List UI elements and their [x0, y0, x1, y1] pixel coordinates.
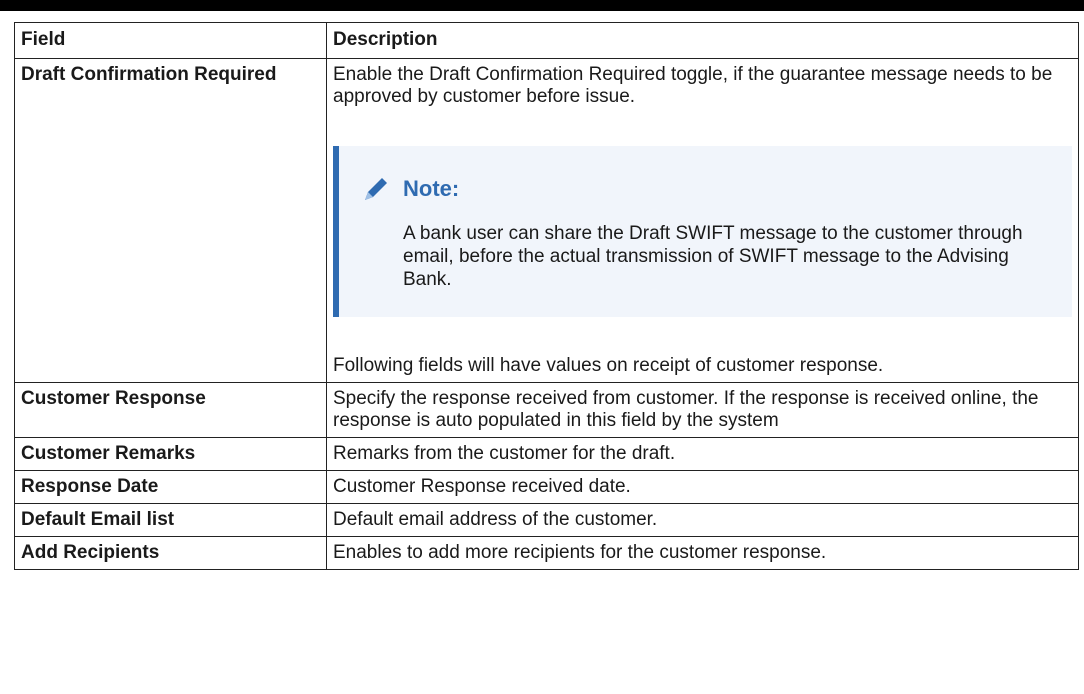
description-customer-remarks: Remarks from the customer for the draft.: [326, 437, 1079, 471]
field-draft-confirmation: Draft Confirmation Required: [14, 58, 327, 383]
table-row: Add Recipients Enables to add more recip…: [14, 536, 1079, 570]
header-description: Description: [326, 22, 1079, 59]
note-title: Note:: [403, 176, 460, 201]
note-heading: Note:: [361, 174, 1052, 204]
draft-confirmation-text: Enable the Draft Confirmation Required t…: [333, 64, 1053, 107]
description-add-recipients: Enables to add more recipients for the c…: [326, 536, 1079, 570]
description-draft-confirmation: Enable the Draft Confirmation Required t…: [326, 58, 1079, 383]
note-text: A bank user can share the Draft SWIFT me…: [403, 223, 1023, 290]
pencil-icon: [365, 178, 387, 200]
table-row: Customer Remarks Remarks from the custom…: [14, 437, 1079, 471]
field-response-date: Response Date: [14, 470, 327, 504]
header-field: Field: [14, 22, 327, 59]
field-description-table: Field Description Draft Confirmation Req…: [14, 22, 1079, 570]
description-response-date: Customer Response received date.: [326, 470, 1079, 504]
note-box: Note: A bank user can share the Draft SW…: [333, 146, 1072, 317]
following-fields-text: Following fields will have values on rec…: [333, 355, 884, 376]
field-default-email-list: Default Email list: [14, 503, 327, 537]
description-default-email-list: Default email address of the customer.: [326, 503, 1079, 537]
table-row: Response Date Customer Response received…: [14, 470, 1079, 504]
table-header-row: Field Description: [14, 22, 1079, 59]
field-customer-remarks: Customer Remarks: [14, 437, 327, 471]
table-row-draft-confirmation: Draft Confirmation Required Enable the D…: [14, 58, 1079, 383]
top-black-bar: [0, 0, 1084, 11]
field-add-recipients: Add Recipients: [14, 536, 327, 570]
table-row: Customer Response Specify the response r…: [14, 382, 1079, 438]
description-customer-response: Specify the response received from custo…: [326, 382, 1079, 438]
table-row: Default Email list Default email address…: [14, 503, 1079, 537]
field-customer-response: Customer Response: [14, 382, 327, 438]
